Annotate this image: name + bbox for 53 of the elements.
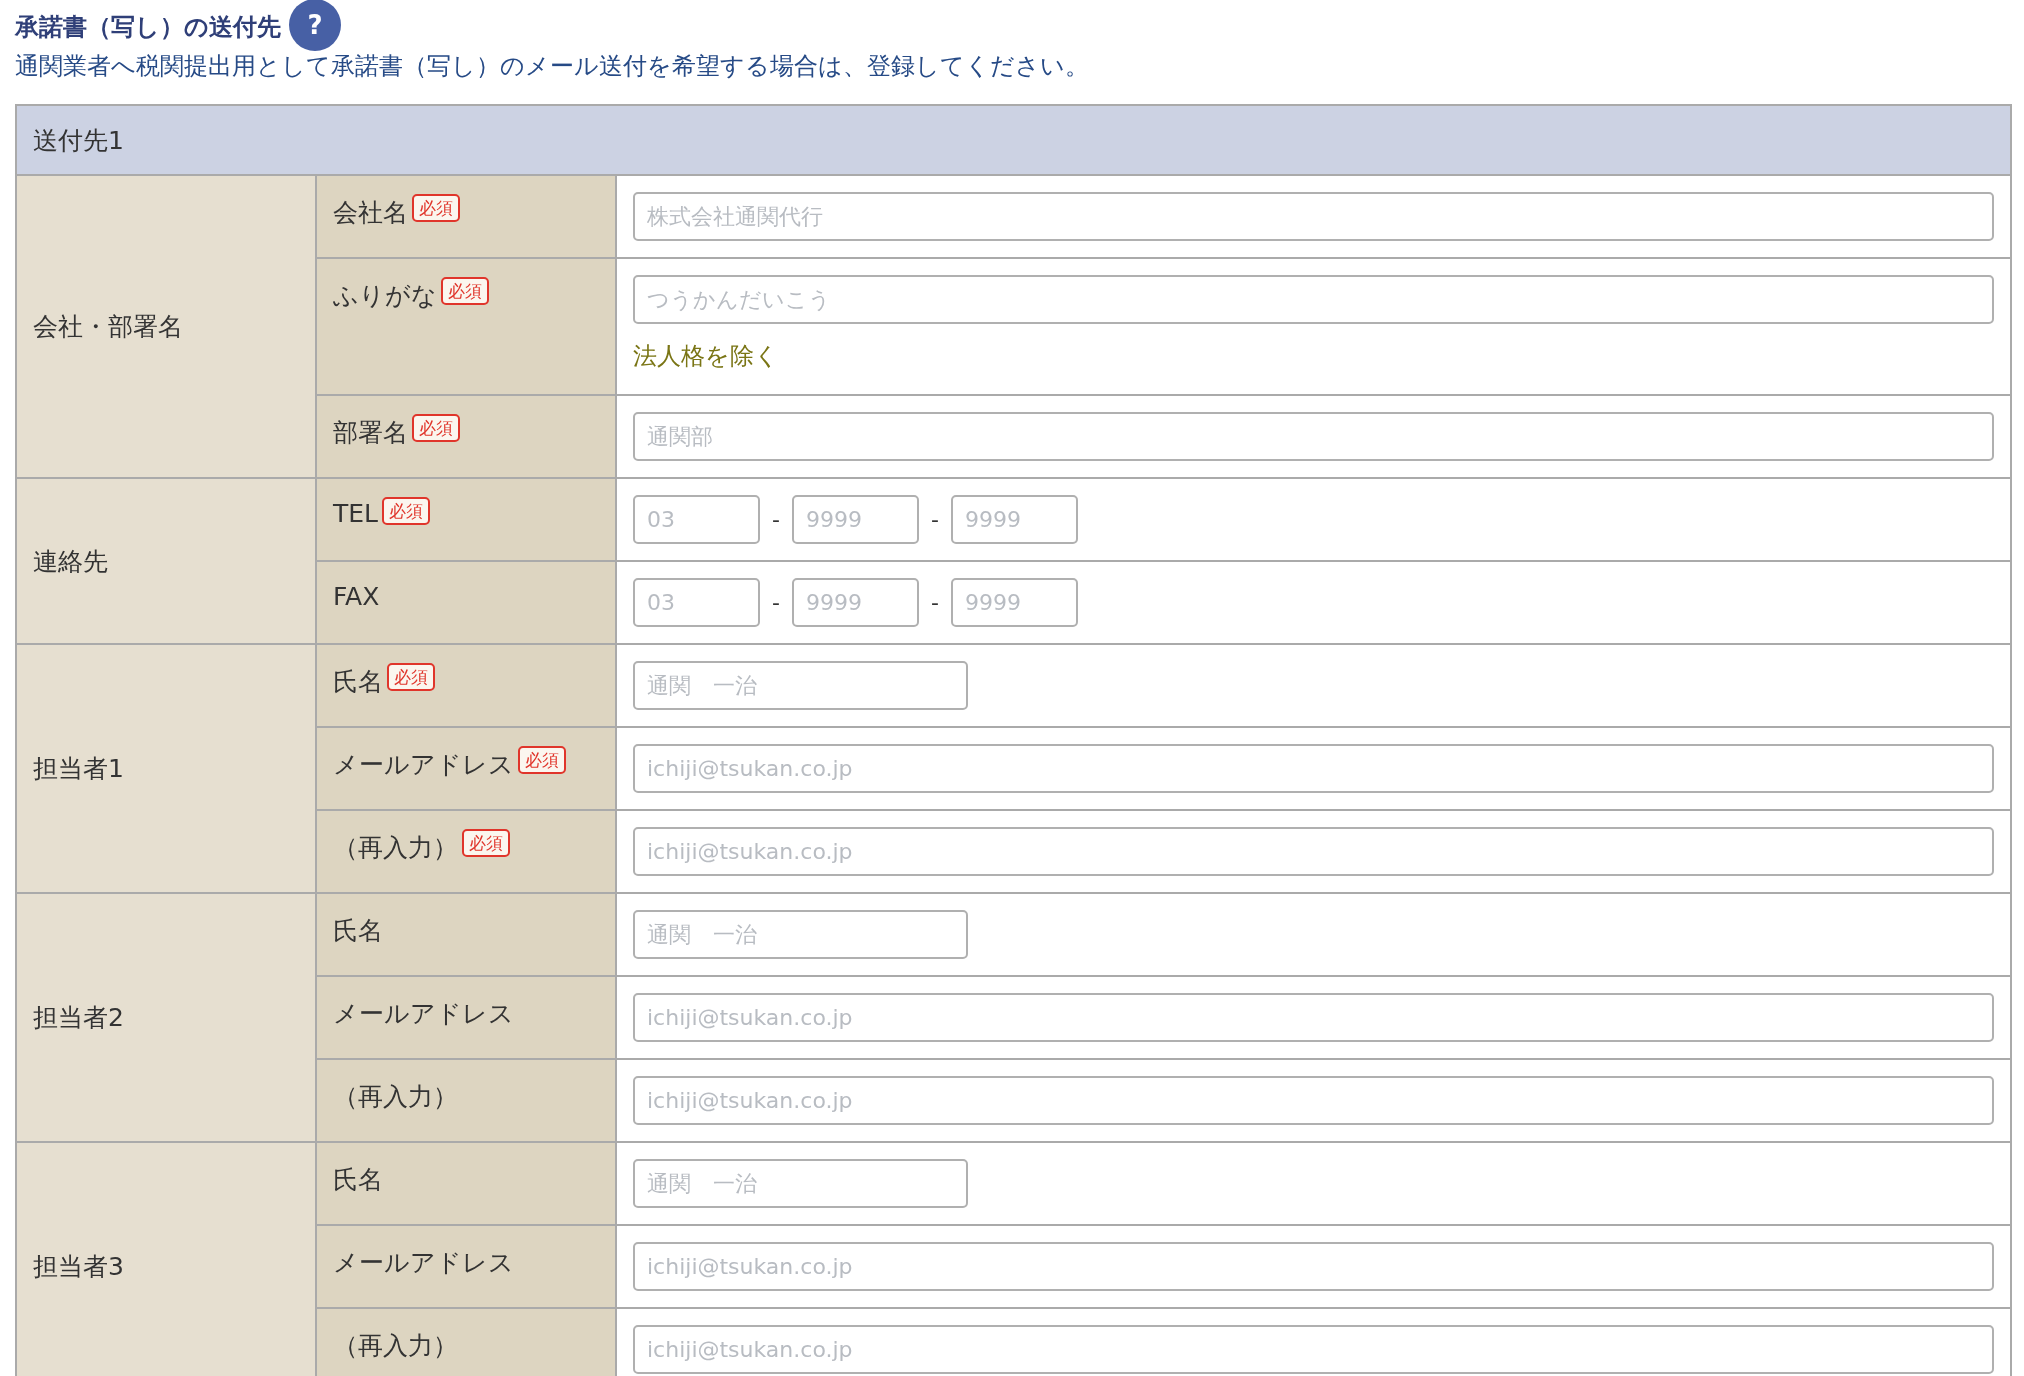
description-text: 通関業者へ税関提出用として承諾書（写し）のメール送付を希望する場合は、登録してください。 [15, 51, 1090, 82]
required-badge: 必須 [412, 194, 460, 222]
required-badge: 必須 [441, 277, 489, 305]
field-label: 会社名 [333, 197, 408, 229]
input-field[interactable]: 03 [633, 578, 760, 627]
input-field[interactable]: 通関部 [633, 412, 1994, 461]
separator-text: - [930, 590, 940, 615]
section-label: 担当者1 [17, 645, 315, 892]
field-label: 氏名 [333, 666, 383, 698]
input-field[interactable]: ichiji@tsukan.co.jp [633, 1242, 1994, 1291]
section-label: 担当者2 [17, 894, 315, 1141]
input-field[interactable]: 9999 [951, 578, 1078, 627]
field-label: 氏名 [333, 1164, 383, 1196]
input-field[interactable]: 9999 [792, 578, 919, 627]
field-label: （再入力） [333, 1081, 458, 1113]
section-label: 担当者3 [17, 1143, 315, 1376]
input-field[interactable]: 9999 [792, 495, 919, 544]
input-field[interactable]: ichiji@tsukan.co.jp [633, 993, 1994, 1042]
section-title: 承諾書（写し）の送付先 [15, 12, 281, 43]
required-badge: 必須 [412, 414, 460, 442]
help-button[interactable]: ? [289, 0, 341, 51]
field-label: 氏名 [333, 915, 383, 947]
separator-text: - [771, 590, 781, 615]
field-label: FAX [333, 582, 380, 611]
input-field[interactable]: 株式会社通関代行 [633, 192, 1994, 241]
table-header: 送付先1 [17, 106, 2010, 174]
input-field[interactable]: 通関 一治 [633, 910, 968, 959]
section-label: 連絡先 [17, 479, 315, 643]
required-badge: 必須 [382, 497, 430, 525]
field-label: （再入力） [333, 832, 458, 864]
required-badge: 必須 [518, 746, 566, 774]
separator-text: - [930, 507, 940, 532]
field-label: TEL [333, 499, 378, 528]
input-field[interactable]: ichiji@tsukan.co.jp [633, 1325, 1994, 1374]
field-label: メールアドレス [333, 1247, 514, 1279]
field-label: 部署名 [333, 417, 408, 449]
input-field[interactable]: ichiji@tsukan.co.jp [633, 744, 1994, 793]
hint-text: 法人格を除く [633, 341, 780, 372]
field-label: （再入力） [333, 1330, 458, 1362]
input-field[interactable]: 03 [633, 495, 760, 544]
section-label: 会社・部署名 [17, 176, 315, 477]
field-label: ふりがな [333, 280, 437, 312]
required-badge: 必須 [462, 829, 510, 857]
input-field[interactable]: ichiji@tsukan.co.jp [633, 827, 1994, 876]
input-field[interactable]: 通関 一治 [633, 661, 968, 710]
required-badge: 必須 [387, 663, 435, 691]
field-label: メールアドレス [333, 998, 514, 1030]
input-field[interactable]: ichiji@tsukan.co.jp [633, 1076, 1994, 1125]
input-field[interactable]: 9999 [951, 495, 1078, 544]
input-field[interactable]: つうかんだいこう [633, 275, 1994, 324]
input-field[interactable]: 通関 一治 [633, 1159, 968, 1208]
field-label: メールアドレス [333, 749, 514, 781]
separator-text: - [771, 507, 781, 532]
